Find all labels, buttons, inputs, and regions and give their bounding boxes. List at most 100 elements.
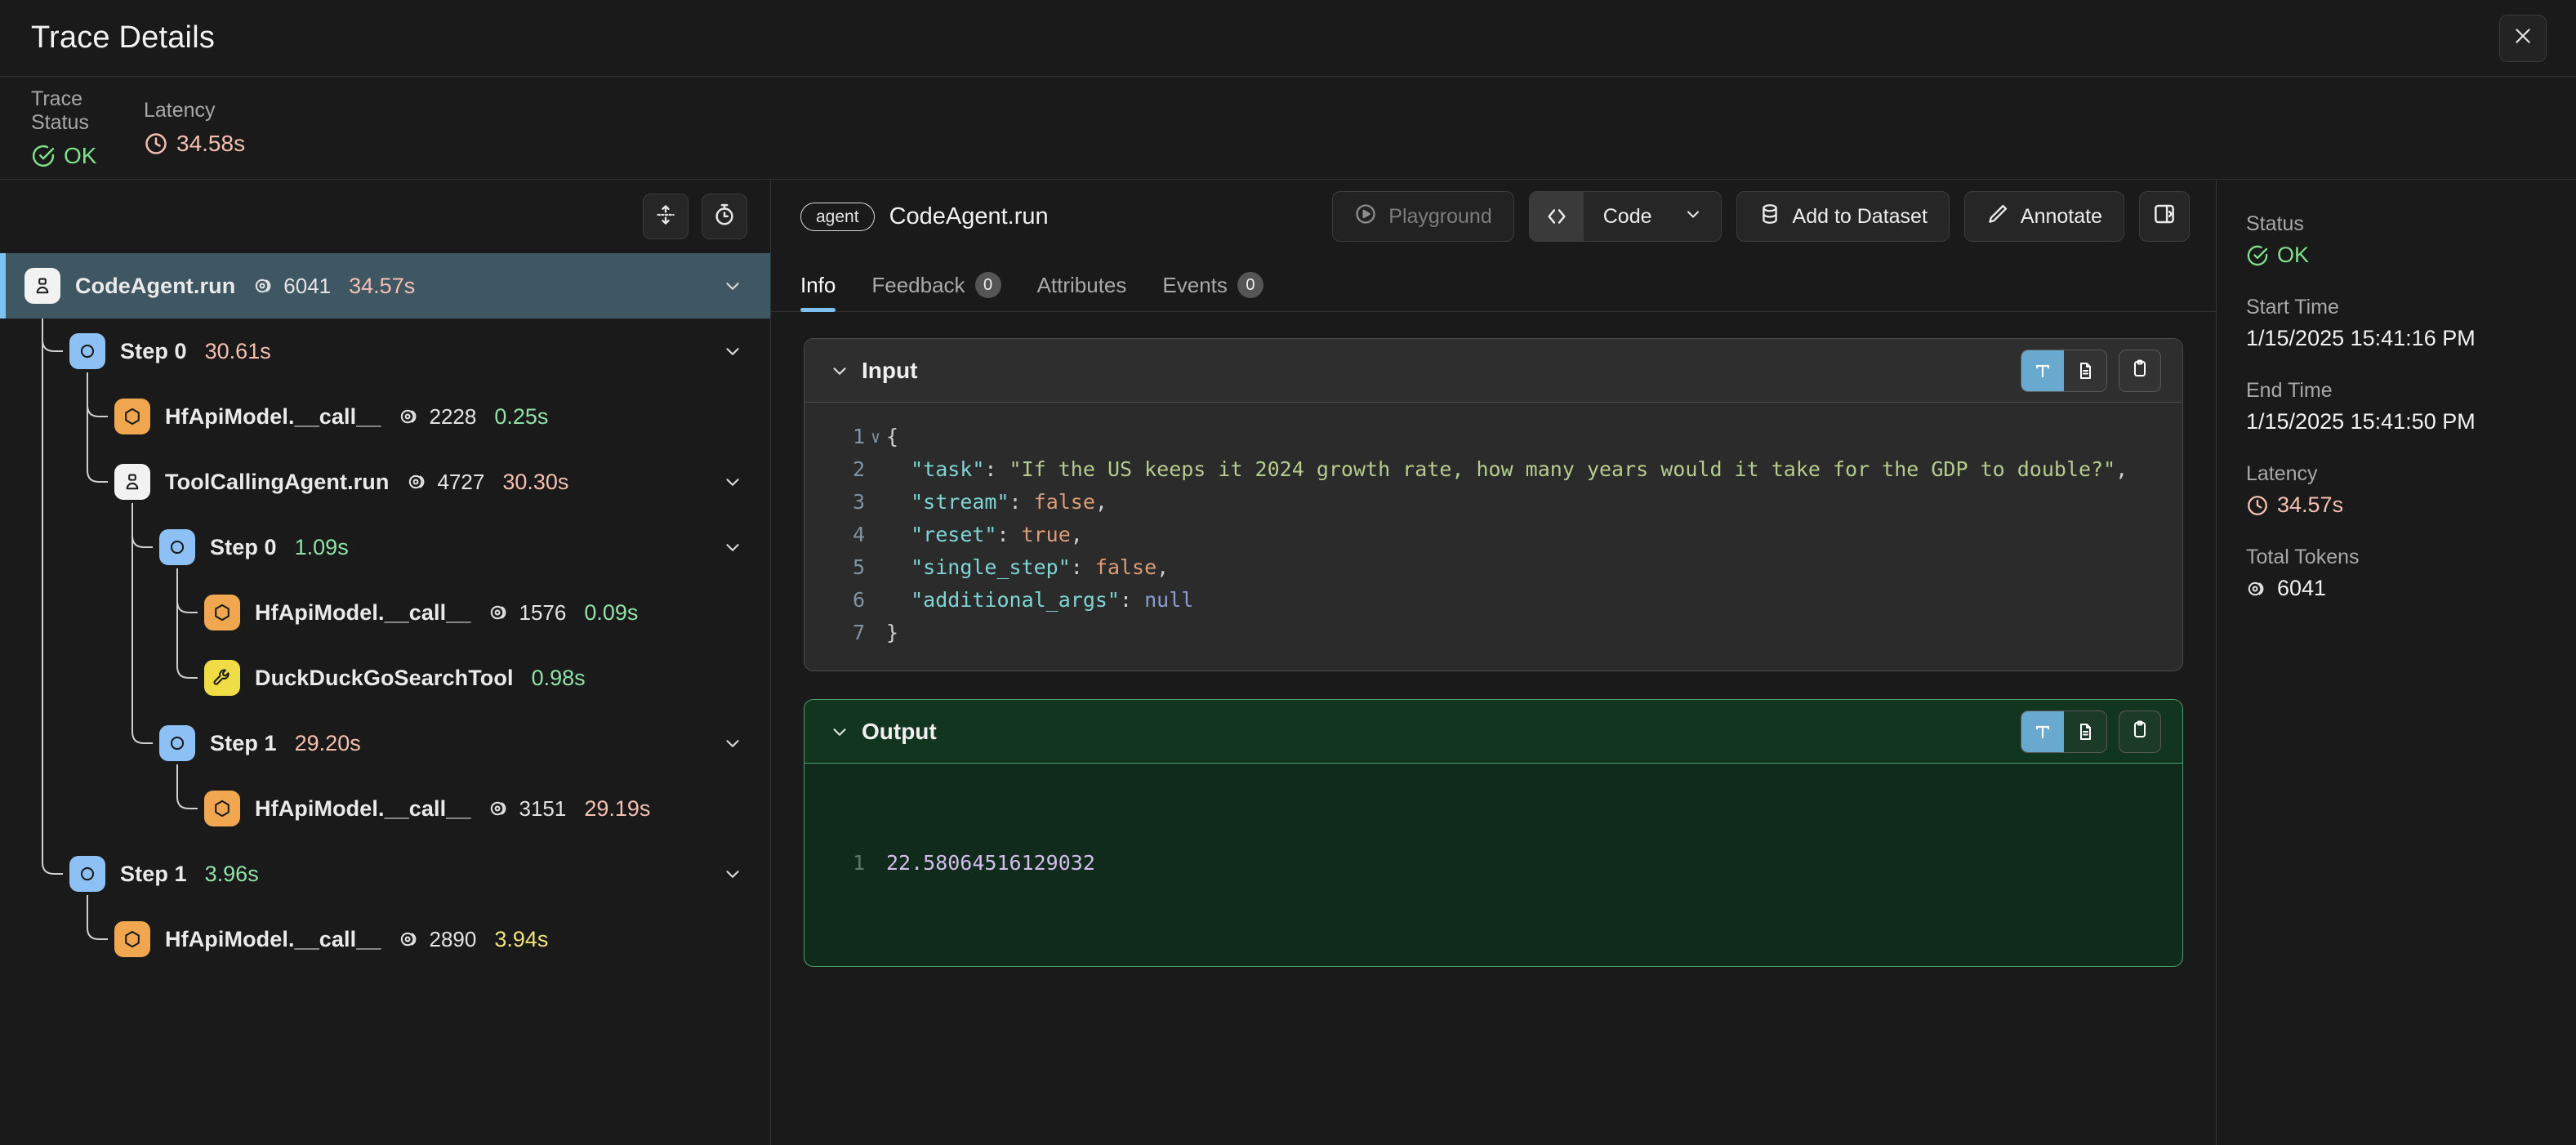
tab-count-badge: 0 xyxy=(975,272,1001,298)
code-line-text: { xyxy=(886,421,2161,453)
tree-row-duration: 0.09s xyxy=(584,600,638,626)
span-detail-pane: agent CodeAgent.run Playground xyxy=(771,180,2217,1145)
tokens-icon xyxy=(488,601,511,624)
chain-span-icon xyxy=(69,333,105,369)
tree-row-token-count: 1576 xyxy=(519,600,566,626)
line-number: 5 xyxy=(826,551,865,584)
code-line: 3 "stream": false, xyxy=(826,486,2161,519)
llm-span-icon xyxy=(114,399,150,434)
status-item: StatusOK xyxy=(2246,212,2550,268)
tree-row-expand-toggle[interactable] xyxy=(715,333,751,369)
clipboard-icon xyxy=(2130,359,2150,382)
stopwatch-icon xyxy=(712,203,737,231)
tree-row[interactable]: HfApiModel.__call__15760.09s xyxy=(0,580,770,645)
tree-row-content: CodeAgent.run604134.57s xyxy=(0,268,770,304)
tab-events[interactable]: Events0 xyxy=(1144,272,1281,311)
input-panel: Input xyxy=(804,338,2183,671)
code-line-text: "stream": false, xyxy=(886,486,2161,519)
input-panel-header: Input xyxy=(804,339,2182,403)
output-panel-title: Output xyxy=(862,719,937,745)
text-format-icon[interactable] xyxy=(2021,350,2064,391)
fold-toggle xyxy=(865,519,886,551)
line-number: 1 xyxy=(826,421,865,453)
trace-tree-list[interactable]: CodeAgent.run604134.57sStep 030.61sHfApi… xyxy=(0,253,770,1145)
tree-row[interactable]: HfApiModel.__call__28903.94s xyxy=(0,907,770,972)
view-mode-select[interactable]: Code xyxy=(1529,191,1722,242)
fold-toggle xyxy=(865,551,886,584)
tab-attributes[interactable]: Attributes xyxy=(1019,273,1145,311)
tree-row-expand-toggle[interactable] xyxy=(715,856,751,892)
tree-row[interactable]: HfApiModel.__call__22280.25s xyxy=(0,384,770,449)
page-title: Trace Details xyxy=(31,20,215,56)
tree-row[interactable]: Step 13.96s xyxy=(0,841,770,907)
status-item-value: 1/15/2025 15:41:50 PM xyxy=(2246,409,2550,434)
add-to-dataset-button[interactable]: Add to Dataset xyxy=(1736,191,1950,242)
text-format-icon[interactable] xyxy=(2021,711,2064,752)
fold-toggle[interactable]: ∨ xyxy=(865,421,886,453)
toggle-side-panel-button[interactable] xyxy=(2139,191,2190,242)
close-button[interactable] xyxy=(2499,15,2547,62)
play-circle-icon xyxy=(1354,203,1377,231)
tree-row-duration: 34.57s xyxy=(349,274,415,299)
tree-row-duration: 0.25s xyxy=(494,404,548,430)
tree-row-content: Step 13.96s xyxy=(0,856,770,892)
tree-row[interactable]: Step 01.09s xyxy=(0,515,770,580)
line-number: 3 xyxy=(826,486,865,519)
tree-row-expand-toggle[interactable] xyxy=(715,464,751,500)
tree-row-token-count: 2228 xyxy=(429,404,476,430)
document-icon[interactable] xyxy=(2064,711,2106,752)
tree-row[interactable]: DuckDuckGoSearchTool0.98s xyxy=(0,645,770,711)
output-value: 22.58064516129032 xyxy=(886,847,2161,880)
code-line: 4 "reset": true, xyxy=(826,519,2161,551)
status-item: Total Tokens 6041 xyxy=(2246,546,2550,601)
fold-toggle xyxy=(865,453,886,486)
status-item-value: 6041 xyxy=(2246,576,2550,601)
expand-all-button[interactable] xyxy=(643,194,689,239)
tree-row[interactable]: HfApiModel.__call__315129.19s xyxy=(0,776,770,841)
document-icon[interactable] xyxy=(2064,350,2106,391)
status-item-label: Total Tokens xyxy=(2246,546,2550,569)
dialog-titlebar: Trace Details xyxy=(0,0,2576,77)
trace-tree-pane: CodeAgent.run604134.57sStep 030.61sHfApi… xyxy=(0,180,771,1145)
tree-row-label: HfApiModel.__call__ xyxy=(165,927,381,952)
input-collapse-toggle[interactable] xyxy=(826,360,853,381)
tree-row[interactable]: CodeAgent.run604134.57s xyxy=(0,253,770,319)
tokens-icon xyxy=(253,274,276,297)
view-mode-value-wrap[interactable]: Code xyxy=(1584,192,1721,241)
status-item-value: OK xyxy=(2246,243,2550,268)
output-collapse-toggle[interactable] xyxy=(826,721,853,742)
input-copy-button[interactable] xyxy=(2119,350,2161,392)
tree-row-expand-toggle[interactable] xyxy=(715,725,751,761)
tree-row-content: Step 030.61s xyxy=(0,333,770,369)
tree-row-expand-toggle[interactable] xyxy=(715,529,751,565)
tab-info[interactable]: Info xyxy=(800,273,853,311)
add-to-dataset-label: Add to Dataset xyxy=(1793,205,1928,229)
playground-button[interactable]: Playground xyxy=(1332,191,1513,242)
trace-latency-block: Latency 34.58s xyxy=(144,99,245,157)
code-line: 7} xyxy=(826,617,2161,649)
output-view-toggle[interactable] xyxy=(2021,711,2107,753)
tab-feedback[interactable]: Feedback0 xyxy=(853,272,1018,311)
tree-row-token-count: 3151 xyxy=(519,796,566,822)
annotate-button[interactable]: Annotate xyxy=(1964,191,2124,242)
input-panel-title: Input xyxy=(862,358,917,384)
latency-toggle-button[interactable] xyxy=(702,194,747,239)
tree-row-expand-toggle[interactable] xyxy=(715,268,751,304)
code-line-text: "single_step": false, xyxy=(886,551,2161,584)
tree-row-content: HfApiModel.__call__15760.09s xyxy=(0,595,770,630)
input-view-toggle[interactable] xyxy=(2021,350,2107,392)
span-detail-tabs[interactable]: InfoFeedback0AttributesEvents0 xyxy=(771,253,2216,312)
pencil-icon xyxy=(1986,203,2009,231)
chain-span-icon xyxy=(159,725,195,761)
tree-row-tokens: 1576 xyxy=(488,600,566,626)
trace-latency-value: 34.58s xyxy=(144,131,245,157)
tree-row[interactable]: Step 129.20s xyxy=(0,711,770,776)
code-line-text: "task": "If the US keeps it 2024 growth … xyxy=(886,453,2161,486)
tree-row[interactable]: ToolCallingAgent.run472730.30s xyxy=(0,449,770,515)
tree-row-tokens: 2228 xyxy=(399,404,476,430)
output-copy-button[interactable] xyxy=(2119,711,2161,753)
status-item: Latency34.57s xyxy=(2246,462,2550,518)
chain-span-icon xyxy=(69,856,105,892)
tree-row[interactable]: Step 030.61s xyxy=(0,319,770,384)
tree-row-token-count: 6041 xyxy=(283,274,331,299)
